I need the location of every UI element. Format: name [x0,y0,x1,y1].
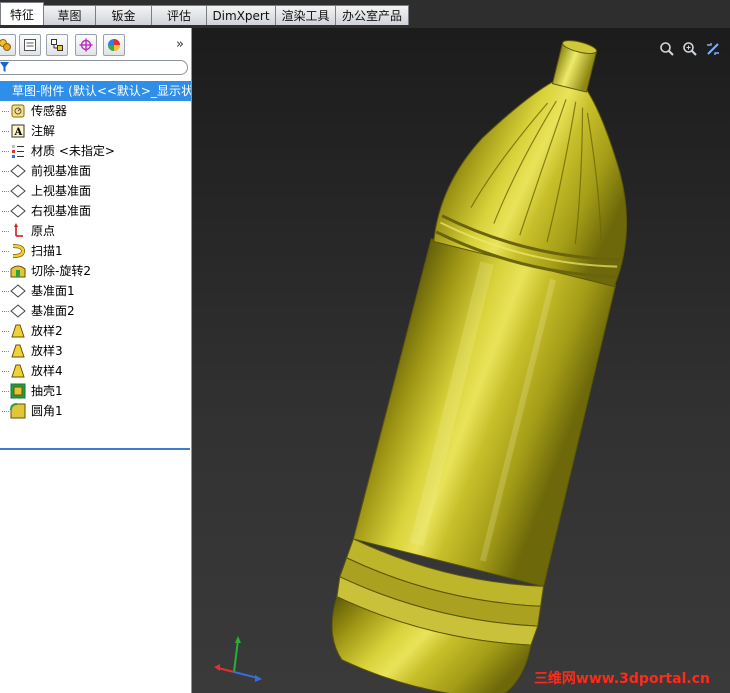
property-manager-tab-button[interactable] [19,34,41,56]
filter-icon [0,62,9,72]
origin-icon [10,223,26,239]
expand-panel-button[interactable]: » [173,36,187,54]
tree-item-front-plane[interactable]: 前视基准面 [0,161,191,181]
tree-item-loft2[interactable]: 放样2 [0,321,191,341]
tree-item-label: 材质 <未指定> [31,144,115,158]
tree-item-plane1[interactable]: 基准面1 [0,281,191,301]
svg-text:A: A [14,127,23,138]
panel-icon-bar: » [0,34,191,58]
tree-item-cut-revolve2[interactable]: 切除-旋转2 [0,261,191,281]
plane-icon [10,283,26,299]
tab-evaluate[interactable]: 评估 [151,5,207,25]
tree-item-label: 圆角1 [31,404,63,418]
display-manager-tab-button[interactable] [103,34,125,56]
shell-icon [10,383,26,399]
feature-filter-field[interactable] [0,60,188,75]
tree-item-loft3[interactable]: 放样3 [0,341,191,361]
tree-item-shell1[interactable]: 抽壳1 [0,381,191,401]
cut-revolve-icon [10,263,26,279]
dimxpert-manager-tab-button[interactable] [75,34,97,56]
tree-item-origin[interactable]: 原点 [0,221,191,241]
annotation-icon: A [10,123,26,139]
configuration-icon [51,39,63,51]
appearance-icon [108,39,120,51]
tab-sketch[interactable]: 草图 [43,5,96,25]
tree-item-top-plane[interactable]: 上视基准面 [0,181,191,201]
tree-item-label: 传感器 [31,104,68,118]
property-manager-icon [24,39,36,51]
tree-item-right-plane[interactable]: 右视基准面 [0,201,191,221]
tree-item-plane2[interactable]: 基准面2 [0,301,191,321]
tree-item-fillet1[interactable]: 圆角1 [0,401,191,421]
command-manager-tabbar: 特征 草图 钣金 评估 DimXpert 渲染工具 办公室产品 [0,0,730,28]
tree-item-label: 上视基准面 [31,184,92,198]
configuration-manager-tab-button[interactable] [46,34,68,56]
tree-root-label: 草图-附件 (默认<<默认>_显示状 [12,84,192,98]
plane-icon [10,163,26,179]
tree-item-sensors[interactable]: 传感器 [0,101,191,121]
loft-icon [10,363,26,379]
tree-item-label: 放样4 [31,364,63,378]
tree-item-label: 原点 [31,224,56,238]
tree-item-label: 注解 [31,124,56,138]
bottle-model[interactable] [192,28,730,693]
tree-item-label: 抽壳1 [31,384,63,398]
tab-strip: 特征 草图 钣金 评估 DimXpert 渲染工具 办公室产品 [0,2,409,27]
plane-icon [10,203,26,219]
tree-item-annotations[interactable]: A 注解 [0,121,191,141]
tree-item-label: 基准面1 [31,284,75,298]
fillet-icon [10,403,26,419]
tree-item-label: 前视基准面 [31,164,92,178]
tree-item-loft4[interactable]: 放样4 [0,361,191,381]
orientation-triad [214,636,262,682]
plane-icon [10,183,26,199]
feature-manager-panel: » 草图-附件 (默认<<默认>_显示状 传感器 A 注解 材质 <未指定> 前… [0,28,192,693]
tree-item-material[interactable]: 材质 <未指定> [0,141,191,161]
tree-item-sweep1[interactable]: 扫描1 [0,241,191,261]
tab-render-tools[interactable]: 渲染工具 [275,5,336,25]
graphics-viewport[interactable]: 三维网www.3dportal.cn [192,28,730,693]
loft-icon [10,343,26,359]
tab-sheet-metal[interactable]: 钣金 [95,5,152,25]
tree-item-label: 放样3 [31,344,63,358]
tree-item-label: 扫描1 [31,244,63,258]
watermark-text: 三维网www.3dportal.cn [533,671,710,687]
tab-features[interactable]: 特征 [0,2,44,25]
loft-icon [10,323,26,339]
crosshair-icon [79,38,93,52]
feature-manager-tab-button[interactable] [0,34,16,56]
tab-office-products[interactable]: 办公室产品 [335,5,409,25]
tree-item-label: 切除-旋转2 [31,264,91,278]
sensor-icon [10,103,26,119]
tree-item-label: 基准面2 [31,304,75,318]
sweep-icon [10,243,26,259]
plane-icon [10,303,26,319]
tab-dimxpert[interactable]: DimXpert [206,5,276,25]
tree-rollback-bar[interactable] [0,448,190,450]
material-icon [10,143,26,159]
tree-item-label: 放样2 [31,324,63,338]
feature-tree-icon [0,39,11,51]
tree-item-label: 右视基准面 [31,204,92,218]
feature-tree: 草图-附件 (默认<<默认>_显示状 传感器 A 注解 材质 <未指定> 前视基… [0,81,191,421]
tree-root-part[interactable]: 草图-附件 (默认<<默认>_显示状 [0,81,191,101]
